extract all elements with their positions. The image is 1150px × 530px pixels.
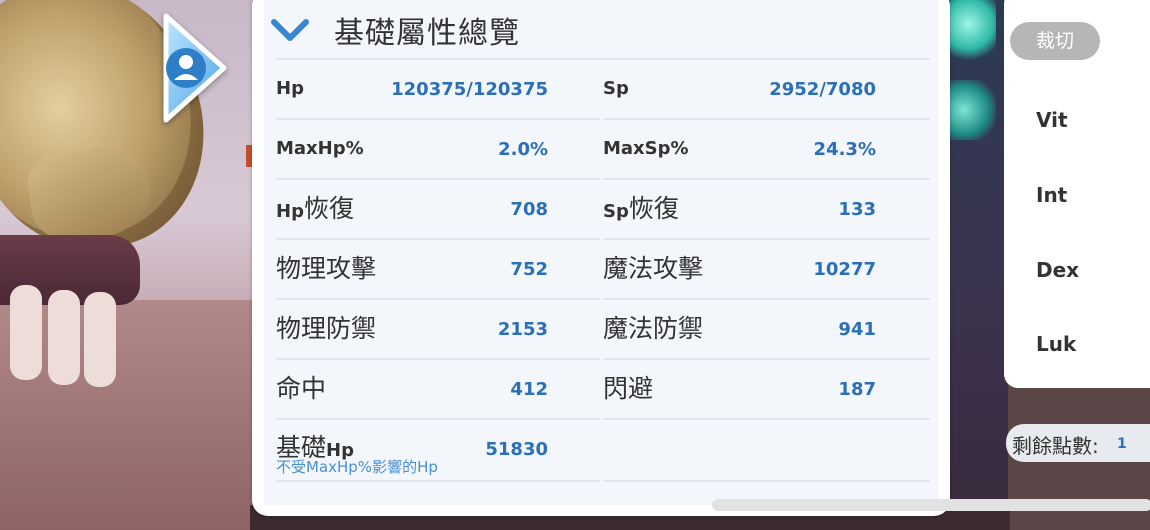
- stat-cell-physical-defense: 物理防禦 2153: [276, 300, 600, 360]
- stat-label: 物理防禦: [276, 314, 377, 343]
- character-finger: [10, 285, 42, 380]
- stat-cell-maxhp: MaxHp% 2.0%: [276, 120, 600, 180]
- stat-label: Hp恢復: [276, 180, 354, 238]
- stat-cell-physical-attack: 物理攻擊 752: [276, 240, 600, 300]
- remaining-points-value: 1: [1117, 436, 1127, 452]
- stat-value: 752: [510, 259, 548, 280]
- stat-cell-sp: Sp 2952/7080: [603, 60, 930, 120]
- stat-cell-magic-attack: 魔法攻擊 10277: [603, 240, 930, 300]
- side-stat-luk: Luk: [1036, 332, 1077, 356]
- stat-label: MaxSp%: [603, 138, 689, 159]
- stat-cell-hp: Hp 120375/120375: [276, 60, 600, 120]
- stat-cell-hit: 命中 412: [276, 360, 600, 420]
- stat-label-suffix: 恢復: [628, 194, 679, 223]
- stat-value: 412: [510, 379, 548, 400]
- stat-cell-hp-regen: Hp恢復 708: [276, 180, 600, 240]
- stat-label: Hp: [276, 78, 304, 99]
- stat-label: 魔法攻擊: [603, 254, 704, 283]
- stat-label: 物理攻擊: [276, 254, 377, 283]
- side-stat-dex: Dex: [1036, 258, 1080, 282]
- stat-label: 閃避: [603, 374, 654, 403]
- stat-label-suffix: 恢復: [303, 194, 354, 223]
- stat-row: MaxHp% 2.0% MaxSp% 24.3%: [276, 120, 930, 180]
- character-finger: [84, 292, 116, 387]
- stat-value: 2153: [497, 319, 548, 340]
- panel-title: 基礎屬性總覽: [334, 16, 520, 51]
- stats-grid: Hp 120375/120375 Sp 2952/7080 MaxHp% 2.0…: [276, 60, 930, 482]
- stat-row: Hp恢復 708 Sp恢復 133: [276, 180, 930, 240]
- stat-value: 24.3%: [813, 139, 876, 160]
- stat-label: Sp恢復: [603, 180, 679, 238]
- stat-sublabel: 不受MaxHp%影響的Hp: [276, 458, 438, 476]
- stat-cell-base-hp: 基礎Hp 不受MaxHp%影響的Hp 51830: [276, 420, 600, 482]
- crop-button[interactable]: 裁切: [1010, 22, 1100, 60]
- stat-cell-flee: 閃避 187: [603, 360, 930, 420]
- stat-value: 2.0%: [498, 139, 548, 160]
- remaining-points-label: 剩餘點數:: [1012, 434, 1099, 458]
- stat-row: 物理攻擊 752 魔法攻擊 10277: [276, 240, 930, 300]
- stat-row: 物理防禦 2153 魔法防禦 941: [276, 300, 930, 360]
- stat-value: 120375/120375: [391, 79, 548, 100]
- stat-value: 51830: [485, 439, 548, 460]
- side-stat-int: Int: [1036, 183, 1068, 207]
- scene-glow: [950, 80, 996, 140]
- horizontal-scrollbar[interactable]: [712, 499, 1150, 511]
- stat-cell-empty: [603, 420, 930, 482]
- scene-glow: [950, 0, 996, 60]
- stat-value: 10277: [813, 259, 876, 280]
- stat-label-prefix: Sp: [603, 201, 629, 222]
- avatar-toggle-icon[interactable]: [160, 12, 230, 124]
- stat-row-base-hp: 基礎Hp 不受MaxHp%影響的Hp 51830: [276, 420, 930, 482]
- stat-row: Hp 120375/120375 Sp 2952/7080: [276, 60, 930, 120]
- stat-cell-maxsp: MaxSp% 24.3%: [603, 120, 930, 180]
- stat-label: 命中: [276, 374, 327, 403]
- stat-value: 941: [838, 319, 876, 340]
- side-stat-vit: Vit: [1036, 108, 1068, 132]
- stat-label: Sp: [603, 78, 629, 99]
- character-finger: [48, 290, 80, 385]
- stat-value: 708: [510, 199, 548, 220]
- stat-value: 187: [838, 379, 876, 400]
- stat-label: 魔法防禦: [603, 314, 704, 343]
- chevron-down-icon[interactable]: [270, 14, 310, 46]
- stat-value: 2952/7080: [769, 79, 876, 100]
- stat-cell-magic-defense: 魔法防禦 941: [603, 300, 930, 360]
- stat-row: 命中 412 閃避 187: [276, 360, 930, 420]
- stat-cell-sp-regen: Sp恢復 133: [603, 180, 930, 240]
- stat-label: MaxHp%: [276, 138, 364, 159]
- stat-label-prefix: Hp: [276, 201, 304, 222]
- stat-value: 133: [838, 199, 876, 220]
